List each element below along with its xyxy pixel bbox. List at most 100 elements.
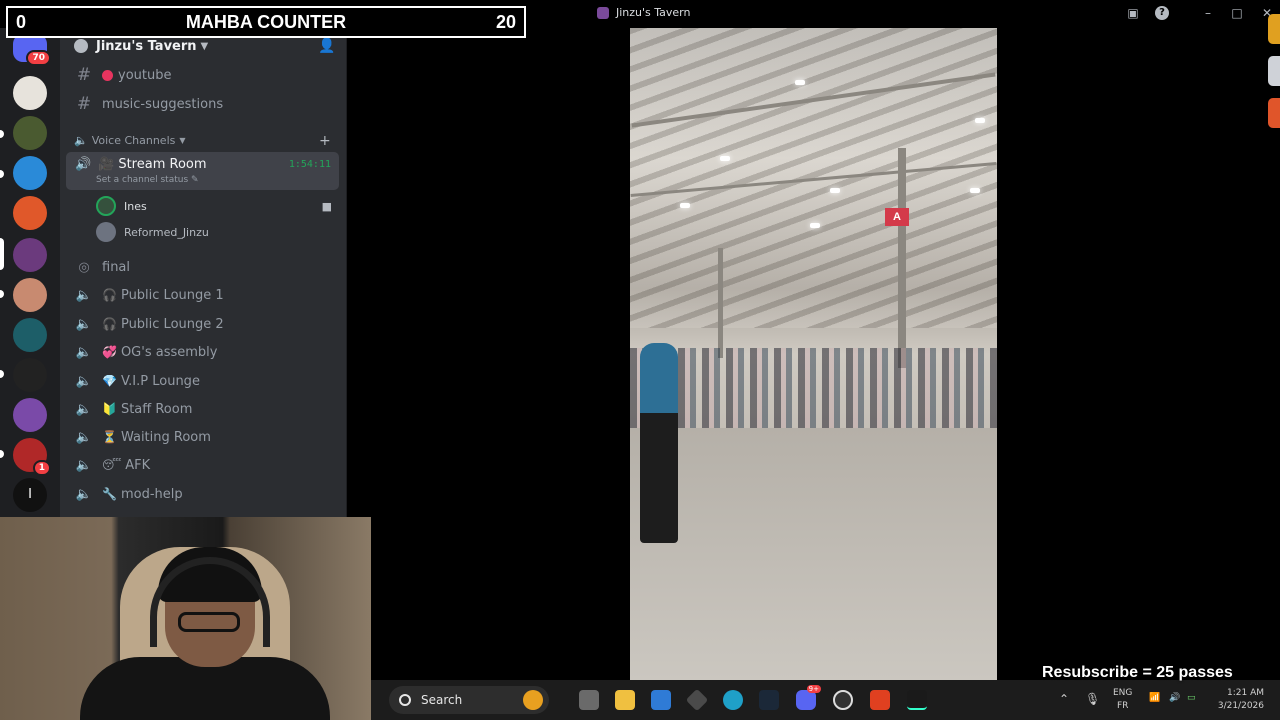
notification-tab[interactable]	[1268, 98, 1280, 128]
voice-timer: 1:54:11	[288, 159, 331, 170]
voice-channel-public-lounge-1[interactable]: 🔈 🎧 Public Lounge 1	[68, 282, 338, 308]
video-light	[680, 203, 690, 208]
window-title-text: Jinzu's Tavern	[616, 6, 691, 19]
voice-channel-waiting-room[interactable]: 🔈 ⏳ Waiting Room	[68, 424, 338, 450]
speaker-icon: 🔈	[75, 457, 93, 473]
chevron-down-icon: ▼	[179, 136, 186, 145]
unity-icon[interactable]	[685, 688, 709, 712]
channel-label: OG's assembly	[120, 344, 218, 360]
server-icon-1[interactable]	[13, 76, 47, 110]
video-pillar	[718, 248, 723, 358]
help-icon[interactable]: ?	[1155, 6, 1169, 20]
server-icon-10[interactable]: 1	[13, 438, 51, 476]
channel-label: final	[102, 259, 131, 275]
channel-emoji: 😴	[102, 458, 122, 472]
voice-channel-stream-room[interactable]: 🔊 🎥 Stream Room 1:54:11 Set a channel st…	[66, 152, 339, 190]
mahba-counter-overlay: 0 MAHBA COUNTER 20	[6, 6, 526, 38]
brave-icon[interactable]	[870, 690, 890, 710]
webcam-glasses	[178, 612, 240, 632]
clock-date: 3/21/2026	[1217, 701, 1264, 711]
speaker-icon: 🔈	[75, 373, 93, 389]
direct-messages-icon[interactable]: 70	[13, 34, 51, 66]
server-icon-4[interactable]	[13, 196, 47, 230]
voice-channel-vip-lounge[interactable]: 🔈 💎 V.I.P Lounge	[68, 368, 338, 394]
speaker-active-icon: 🔊	[75, 157, 92, 172]
voice-user-reformed-jinzu[interactable]: Reformed_Jinzu	[96, 220, 336, 244]
search-placeholder: Search	[421, 693, 463, 707]
minimize-icon[interactable]: –	[1201, 6, 1215, 20]
category-label: Voice Channels	[91, 134, 176, 147]
speaker-icon: 🔈	[75, 429, 93, 445]
task-view-icon[interactable]	[579, 690, 599, 710]
dm-unread-badge: 70	[26, 50, 51, 66]
video-light	[720, 156, 730, 161]
server-unread-pill	[0, 170, 4, 178]
voice-channel-mod-help[interactable]: 🔈 🔧 mod-help	[68, 481, 338, 507]
stream-video[interactable]: A	[630, 28, 997, 680]
server-icon-letter[interactable]: I	[13, 478, 47, 512]
clock-time: 1:21 AM	[1227, 688, 1264, 698]
notification-tab[interactable]	[1268, 56, 1280, 86]
voice-user-ines[interactable]: Ines ■	[96, 194, 336, 218]
language-indicator[interactable]: ENG FR	[1113, 687, 1132, 713]
create-channel-plus-icon[interactable]: +	[319, 133, 331, 149]
server-icon-6[interactable]	[13, 278, 47, 312]
server-selected-pill	[0, 238, 4, 270]
wifi-icon[interactable]: 📶	[1149, 693, 1160, 703]
video-light	[810, 223, 820, 228]
obs-icon[interactable]	[833, 690, 853, 710]
youtube-emoji-icon	[102, 69, 113, 81]
language-bottom: FR	[1116, 701, 1129, 711]
video-light	[970, 188, 980, 193]
counter-right-value: 20	[495, 11, 516, 32]
server-icon-7[interactable]	[13, 318, 47, 352]
channel-emoji: 🎧	[102, 288, 117, 302]
channel-emoji: 💞	[102, 345, 117, 359]
video-person	[640, 343, 678, 543]
terminal-icon[interactable]	[907, 690, 927, 710]
microsoft-store-icon[interactable]	[651, 690, 671, 710]
file-explorer-icon[interactable]	[615, 690, 635, 710]
server-icon-8[interactable]	[13, 358, 47, 392]
invite-people-icon[interactable]: 👤	[318, 39, 335, 53]
server-icon-3[interactable]	[13, 156, 47, 190]
server-icon-2[interactable]	[13, 116, 47, 150]
taskbar-clock[interactable]: 1:21 AM 3/21/2026	[1218, 687, 1264, 713]
edge-icon[interactable]	[723, 690, 743, 710]
channel-youtube[interactable]: # youtube	[68, 62, 338, 88]
channel-label: youtube	[118, 67, 172, 83]
battery-icon[interactable]: ▭	[1187, 693, 1196, 703]
server-icon-9[interactable]	[13, 398, 47, 432]
tray-chevron-up-icon[interactable]: ⌃	[1059, 692, 1069, 706]
channel-status-link[interactable]: Set a channel status ✎	[96, 175, 199, 185]
microphone-icon[interactable]: 🎙	[1085, 692, 1100, 706]
camera-icon: ■	[321, 199, 332, 213]
maximize-icon[interactable]: □	[1230, 6, 1244, 20]
voice-channel-afk[interactable]: 🔈 😴 AFK	[68, 452, 338, 478]
speaker-icon: 🔈	[74, 134, 88, 147]
voice-channels-category[interactable]: 🔈 Voice Channels ▼ +	[74, 133, 331, 149]
voice-user-name: Ines	[124, 199, 147, 213]
inbox-icon[interactable]: ▣	[1126, 6, 1140, 20]
voice-channel-final[interactable]: ◎ final	[68, 254, 338, 280]
voice-channel-ogs-assembly[interactable]: 🔈 💞 OG's assembly	[68, 339, 338, 365]
channel-label: Waiting Room	[120, 429, 211, 445]
server-favicon-icon	[597, 6, 609, 19]
counter-title: MAHBA COUNTER	[185, 11, 347, 32]
channel-label: mod-help	[120, 486, 183, 502]
windows-taskbar: Search 9+ ⌃ 🎙 ENG FR 📶 🔊 ▭ 1:21 AM 3/21/…	[371, 680, 1280, 720]
search-icon	[399, 694, 411, 706]
stage-channel-icon: ◎	[78, 259, 90, 275]
steam-icon[interactable]	[759, 690, 779, 710]
discord-icon[interactable]: 9+	[796, 685, 821, 710]
notification-tab[interactable]	[1268, 14, 1280, 44]
channel-label: music-suggestions	[102, 96, 224, 112]
channel-emoji: 🔰	[102, 402, 117, 416]
voice-channel-staff-room[interactable]: 🔈 🔰 Staff Room	[68, 396, 338, 422]
avatar	[96, 196, 116, 216]
voice-channel-public-lounge-2[interactable]: 🔈 🎧 Public Lounge 2	[68, 311, 338, 337]
server-icon-jinzus-tavern[interactable]	[13, 238, 47, 272]
channel-music-suggestions[interactable]: # music-suggestions	[68, 91, 338, 117]
volume-icon[interactable]: 🔊	[1169, 693, 1180, 703]
widgets-icon[interactable]	[523, 690, 543, 710]
